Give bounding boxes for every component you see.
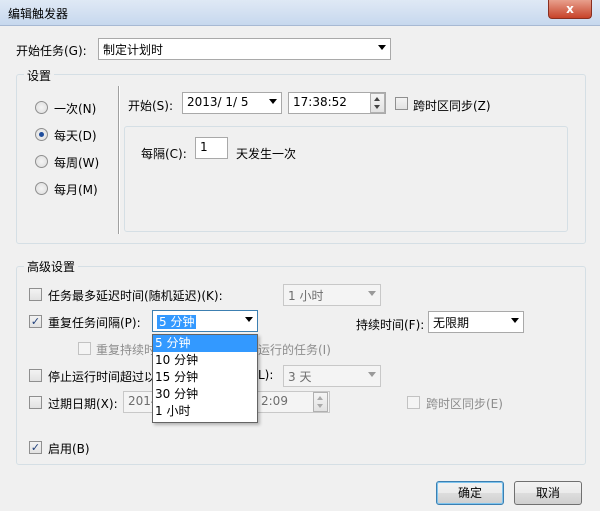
repeat-dropdown-list: 5 分钟 10 分钟 15 分钟 30 分钟 1 小时 bbox=[152, 334, 258, 423]
stop-checkbox[interactable] bbox=[29, 369, 42, 382]
radio-once-label: 一次(N) bbox=[54, 102, 97, 116]
close-icon: x bbox=[566, 2, 574, 16]
expire-time-value: 2:09 bbox=[261, 394, 288, 408]
radio-weekly-label: 每周(W) bbox=[54, 156, 100, 170]
stop-all-checkbox[interactable] bbox=[78, 342, 91, 355]
delay-label: 任务最多延迟时间(随机延迟)(K): bbox=[48, 289, 223, 303]
stop-all-label-right: 运行的任务(I) bbox=[258, 343, 331, 357]
recur-label: 每隔(C): bbox=[141, 147, 187, 161]
enabled-checkbox[interactable]: ✓ bbox=[29, 441, 42, 454]
radio-once[interactable] bbox=[35, 101, 48, 114]
chevron-down-icon bbox=[368, 372, 376, 377]
expire-date-input[interactable]: 2014 bbox=[123, 391, 159, 413]
repeat-checkbox[interactable]: ✓ bbox=[29, 315, 42, 328]
start-date-value: 2013/ 1/ 5 bbox=[187, 95, 249, 109]
recur-input[interactable]: 1 bbox=[195, 137, 228, 159]
window-title: 编辑触发器 bbox=[8, 7, 69, 21]
stop-select[interactable]: 3 天 bbox=[283, 365, 381, 387]
spin-down-icon bbox=[317, 404, 323, 408]
advanced-group-title: 高级设置 bbox=[24, 258, 79, 275]
title-bar bbox=[0, 0, 600, 26]
begin-task-value: 制定计划时 bbox=[103, 43, 164, 57]
duration-select[interactable]: 无限期 bbox=[428, 311, 524, 333]
repeat-label: 重复任务间隔(P): bbox=[48, 316, 141, 330]
begin-task-select[interactable]: 制定计划时 bbox=[98, 38, 391, 60]
settings-group-title: 设置 bbox=[24, 67, 55, 84]
dropdown-option[interactable]: 1 小时 bbox=[153, 403, 257, 420]
sync-timezone-checkbox[interactable] bbox=[395, 97, 408, 110]
dropdown-option[interactable]: 5 分钟 bbox=[153, 335, 257, 352]
spin-down-icon bbox=[374, 105, 380, 109]
stop-label-tail: L): bbox=[258, 368, 274, 382]
duration-label: 持续时间(F): bbox=[356, 318, 425, 332]
radio-daily-label: 每天(D) bbox=[54, 129, 97, 143]
start-time-spinner[interactable] bbox=[370, 93, 385, 113]
ok-button[interactable]: 确定 bbox=[436, 481, 504, 505]
close-button[interactable]: x bbox=[548, 0, 592, 19]
radio-monthly[interactable] bbox=[35, 182, 48, 195]
settings-divider bbox=[118, 86, 120, 234]
delay-value: 1 小时 bbox=[288, 289, 324, 303]
radio-weekly[interactable] bbox=[35, 155, 48, 168]
sync-timezone-label: 跨时区同步(Z) bbox=[413, 99, 491, 113]
stop-value: 3 天 bbox=[288, 370, 312, 384]
dropdown-option[interactable]: 15 分钟 bbox=[153, 369, 257, 386]
start-label: 开始(S): bbox=[128, 99, 174, 113]
spin-up-icon bbox=[317, 396, 323, 400]
delay-select[interactable]: 1 小时 bbox=[283, 284, 381, 306]
dropdown-option[interactable]: 10 分钟 bbox=[153, 352, 257, 369]
delay-checkbox[interactable] bbox=[29, 288, 42, 301]
stop-all-label-left: 重复持续时 bbox=[96, 343, 157, 357]
repeat-value: 5 分钟 bbox=[157, 315, 197, 329]
stop-label: 停止运行时间超过以 bbox=[48, 370, 157, 384]
expire-checkbox[interactable] bbox=[29, 396, 42, 409]
spin-up-icon bbox=[374, 97, 380, 101]
calendar-dropdown-icon bbox=[269, 99, 277, 104]
repeat-select[interactable]: 5 分钟 bbox=[152, 310, 258, 332]
enabled-label: 启用(B) bbox=[48, 442, 90, 456]
chevron-down-icon bbox=[245, 317, 253, 322]
recur-box bbox=[124, 126, 568, 232]
cancel-button[interactable]: 取消 bbox=[514, 481, 582, 505]
expire-sync-label: 跨时区同步(E) bbox=[426, 397, 503, 411]
recur-value: 1 bbox=[200, 140, 208, 154]
start-date-picker[interactable]: 2013/ 1/ 5 bbox=[182, 92, 282, 114]
expire-sync-checkbox[interactable] bbox=[407, 396, 420, 409]
expire-time-spinner[interactable] bbox=[313, 392, 328, 412]
start-time-value: 17:38:52 bbox=[293, 95, 347, 109]
recur-suffix: 天发生一次 bbox=[236, 147, 297, 161]
chevron-down-icon bbox=[378, 45, 386, 50]
expire-label: 过期日期(X): bbox=[48, 397, 118, 411]
radio-monthly-label: 每月(M) bbox=[54, 183, 98, 197]
chevron-down-icon bbox=[511, 318, 519, 323]
dropdown-option[interactable]: 30 分钟 bbox=[153, 386, 257, 403]
duration-value: 无限期 bbox=[433, 316, 470, 330]
radio-daily[interactable] bbox=[35, 128, 48, 141]
begin-task-label: 开始任务(G): bbox=[16, 44, 87, 58]
chevron-down-icon bbox=[368, 291, 376, 296]
